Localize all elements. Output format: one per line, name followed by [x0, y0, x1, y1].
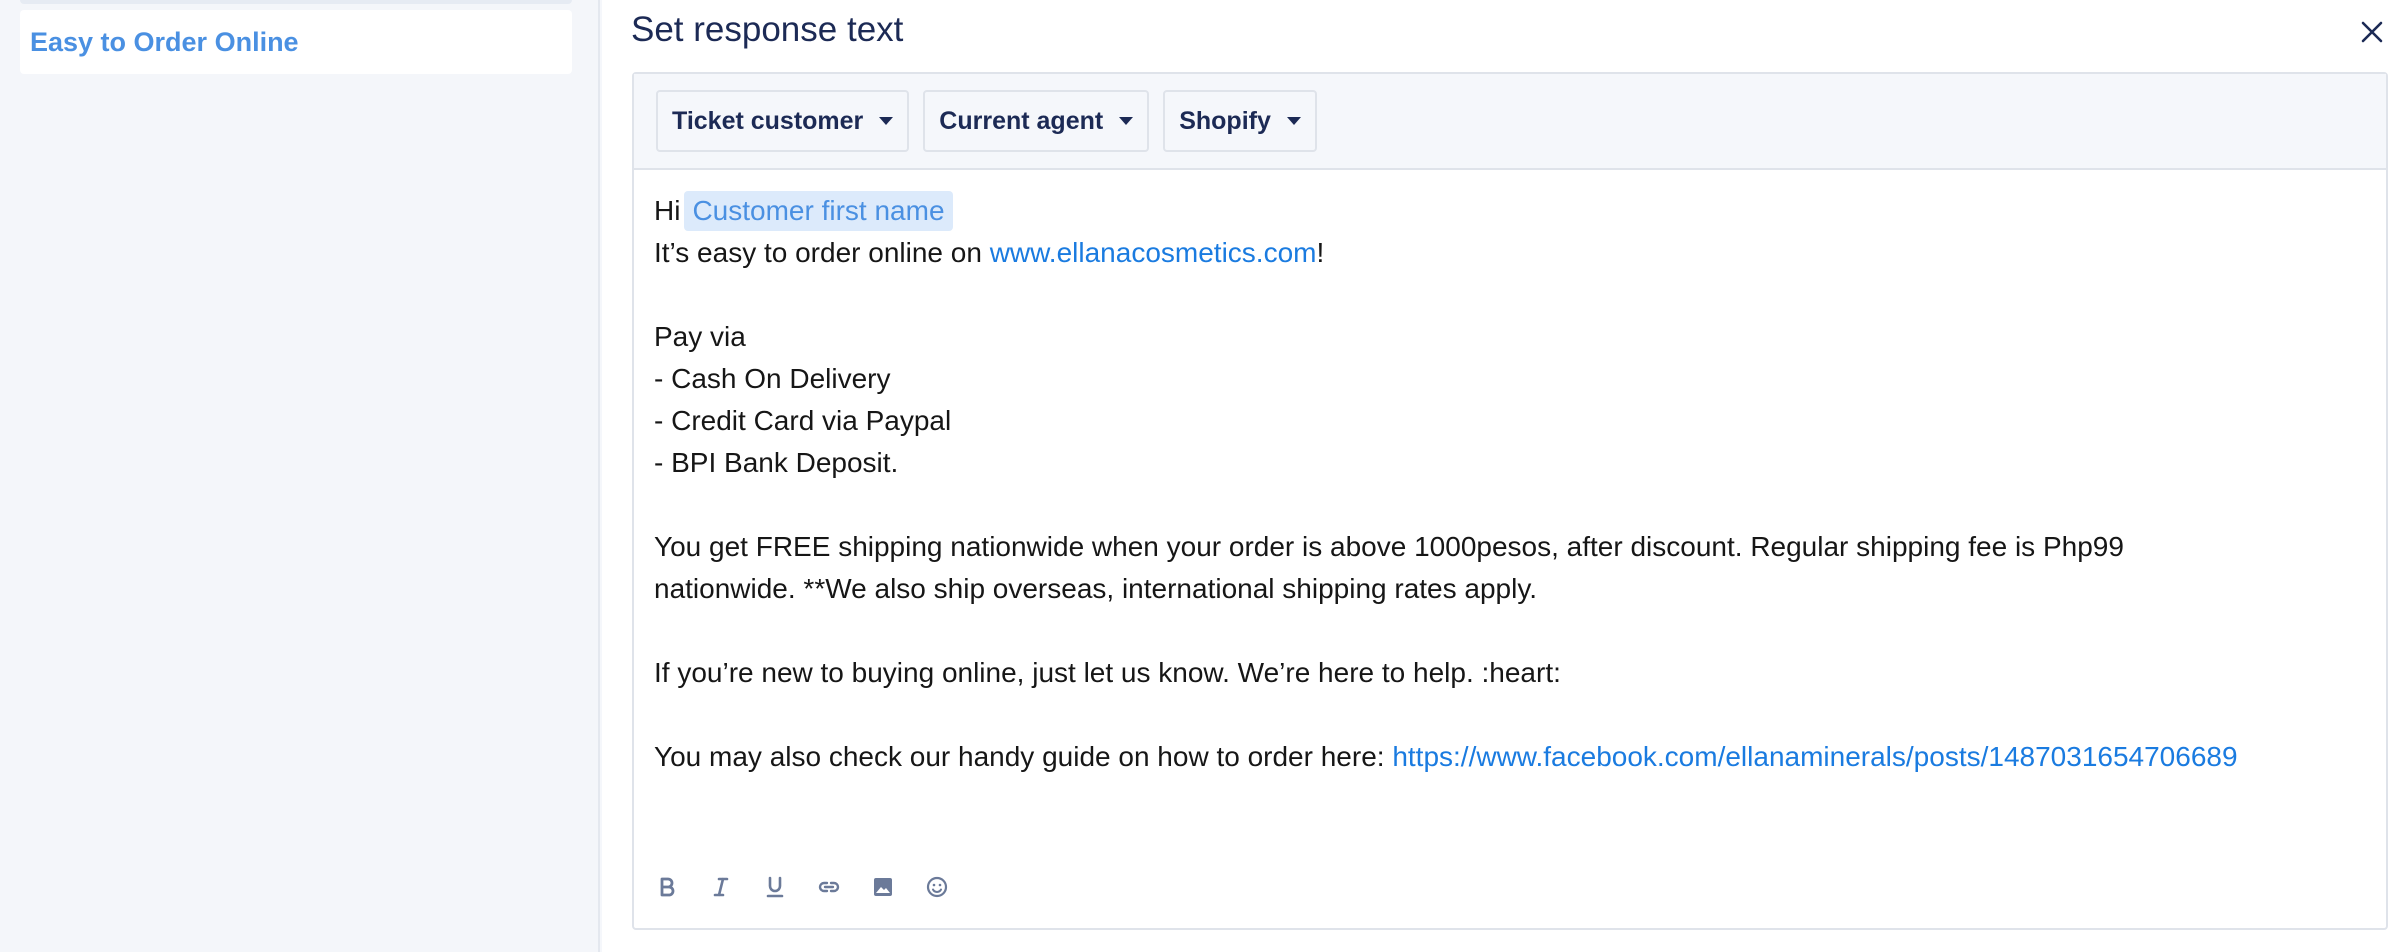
- guide-link[interactable]: https://www.facebook.com/ellanaminerals/…: [1392, 741, 2237, 772]
- underline-button[interactable]: [758, 870, 792, 904]
- format-toolbar: [650, 862, 954, 912]
- sidebar-item-easy-to-order-online[interactable]: Easy to Order Online: [20, 10, 572, 74]
- link-button[interactable]: [812, 870, 846, 904]
- guide-text: You may also check our handy guide on ho…: [654, 741, 1393, 772]
- pay-bpi-line: - BPI Bank Deposit.: [654, 447, 899, 478]
- editor-text-area[interactable]: Hi Customer first name It’s easy to order…: [654, 190, 2374, 778]
- order-online-suffix: !: [1316, 237, 1325, 268]
- image-icon: [874, 878, 892, 896]
- panel-title: Set response text: [631, 10, 904, 49]
- ticket-customer-dropdown[interactable]: Ticket customer: [656, 90, 910, 152]
- caret-down-icon: [879, 117, 894, 125]
- order-online-line: It’s easy to order online on www.ellanac…: [654, 232, 2374, 274]
- greeting-line: Hi Customer first name: [654, 190, 2374, 232]
- emoji-button[interactable]: [920, 870, 954, 904]
- bold-icon: [660, 877, 675, 897]
- dropdown-label: Ticket customer: [672, 106, 864, 135]
- guide-line: You may also check our handy guide on ho…: [654, 736, 2374, 778]
- link-icon: [818, 881, 840, 893]
- pay-card-line: - Credit Card via Paypal: [654, 405, 952, 436]
- response-text-panel: Set response text Ticket customer Curren…: [602, 0, 2408, 952]
- shipping-line-2: nationwide. **We also ship overseas, int…: [654, 573, 1538, 604]
- image-button[interactable]: [866, 870, 900, 904]
- shopify-dropdown[interactable]: Shopify: [1163, 90, 1317, 152]
- greeting-text: Hi: [654, 195, 681, 226]
- new-buyer-line: If you’re new to buying online, just let…: [654, 657, 1561, 688]
- caret-down-icon: [1119, 117, 1134, 125]
- current-agent-dropdown[interactable]: Current agent: [923, 90, 1150, 152]
- emoji-icon: [926, 876, 948, 898]
- close-icon: [2361, 21, 2383, 43]
- sidebar-item-previous[interactable]: [20, 0, 572, 4]
- close-button[interactable]: [2354, 14, 2390, 50]
- sidebar: Easy to Order Online: [0, 0, 600, 952]
- caret-down-icon: [1286, 117, 1301, 125]
- shipping-line-1: You get FREE shipping nationwide when yo…: [654, 531, 2124, 562]
- customer-first-name-variable[interactable]: Customer first name: [684, 191, 953, 231]
- dropdown-label: Shopify: [1179, 106, 1271, 135]
- order-online-text: It’s easy to order online on: [654, 237, 990, 268]
- italic-button[interactable]: [704, 870, 738, 904]
- website-link[interactable]: www.ellanacosmetics.com: [990, 237, 1317, 268]
- underline-icon: [766, 876, 784, 898]
- sidebar-item-label: Easy to Order Online: [30, 26, 299, 57]
- dropdown-label: Current agent: [939, 106, 1104, 135]
- response-editor: Ticket customer Current agent Shopify Hi…: [632, 72, 2388, 930]
- bold-button[interactable]: [650, 870, 684, 904]
- italic-icon: [713, 877, 729, 897]
- pay-via-line: Pay via: [654, 321, 746, 352]
- variable-toolbar: Ticket customer Current agent Shopify: [634, 74, 2386, 170]
- pay-cod-line: - Cash On Delivery: [654, 363, 891, 394]
